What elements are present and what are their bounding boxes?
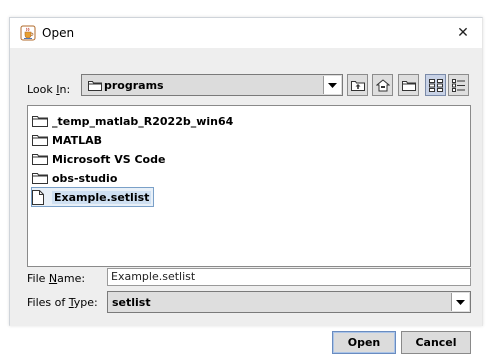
file-list[interactable]: _temp_matlab_R2022b_win64 MATLAB Microso… (27, 105, 471, 267)
file-type-dropdown-arrow[interactable] (451, 293, 469, 311)
file-icon (32, 189, 44, 205)
details-view-button[interactable] (448, 74, 469, 96)
up-one-level-button[interactable] (347, 74, 368, 96)
file-name: Microsoft VS Code (52, 152, 166, 166)
file-name-label: File Name: (27, 272, 86, 285)
look-in-value: programs (104, 79, 164, 92)
up-one-level-icon (350, 81, 365, 91)
cancel-button[interactable]: Cancel (401, 331, 471, 354)
list-view-icon (428, 78, 443, 92)
file-name: _temp_matlab_R2022b_win64 (52, 114, 234, 128)
file-type-combo[interactable]: setlist (107, 291, 471, 313)
list-item[interactable]: MATLAB (32, 131, 102, 149)
file-name: MATLAB (52, 133, 103, 147)
close-button[interactable]: ✕ (452, 22, 474, 44)
title-bar: Open ✕ (10, 18, 482, 48)
file-type-value: setlist (112, 296, 151, 309)
chevron-down-icon (456, 299, 465, 305)
open-button[interactable]: Open (332, 331, 396, 354)
home-icon (375, 78, 390, 91)
close-icon: ✕ (457, 25, 469, 41)
look-in-dropdown-arrow[interactable] (323, 76, 341, 94)
java-cup-icon (20, 25, 36, 41)
look-in-combo[interactable]: programs (81, 74, 343, 96)
file-name: obs-studio (52, 171, 118, 185)
list-item-selected[interactable]: Example.setlist (31, 187, 155, 207)
file-name: Example.setlist (52, 190, 152, 204)
window-title: Open (42, 26, 75, 40)
home-button[interactable] (372, 74, 393, 96)
list-item[interactable]: obs-studio (32, 169, 117, 187)
new-folder-button[interactable] (398, 74, 419, 96)
folder-icon (88, 81, 102, 91)
new-folder-icon (401, 81, 416, 91)
list-view-button[interactable] (425, 74, 446, 96)
dialog-content: Look In: programs _temp_matlab_R2022b_wi… (10, 48, 482, 354)
open-dialog: Open ✕ Look In: programs _temp_matlab_R2… (9, 17, 483, 354)
chevron-down-icon (328, 82, 337, 88)
file-type-label: Files of Type: (27, 296, 98, 309)
details-view-icon (451, 78, 465, 92)
file-name-input[interactable]: Example.setlist (107, 268, 471, 286)
list-item[interactable]: _temp_matlab_R2022b_win64 (32, 112, 233, 130)
look-in-label: Look In: (27, 83, 71, 96)
folder-icon (32, 173, 48, 184)
folder-icon (32, 154, 48, 165)
folder-icon (32, 135, 48, 146)
list-item[interactable]: Microsoft VS Code (32, 150, 165, 168)
folder-icon (32, 116, 48, 127)
